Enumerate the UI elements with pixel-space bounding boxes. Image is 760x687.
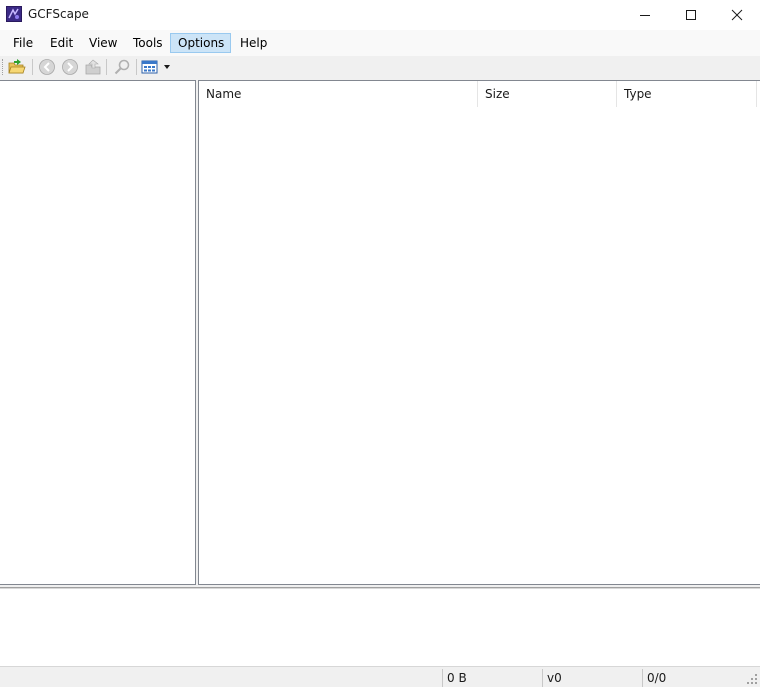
status-bar: 0 B v0 0/0 xyxy=(0,666,760,687)
resize-grip[interactable] xyxy=(746,673,758,685)
column-header-name[interactable]: Name xyxy=(199,81,478,107)
toolbar-separator xyxy=(136,59,137,75)
chevron-down-icon xyxy=(164,65,170,69)
open-folder-icon xyxy=(8,59,26,74)
menu-options[interactable]: Options xyxy=(170,33,231,53)
forward-icon xyxy=(62,59,78,75)
back-icon xyxy=(39,59,55,75)
list-header: Name Size Type xyxy=(199,81,760,107)
maximize-icon xyxy=(686,10,696,20)
toolbar-separator xyxy=(106,59,107,75)
back-button[interactable] xyxy=(37,57,57,77)
up-button[interactable] xyxy=(83,57,103,77)
minimize-icon xyxy=(640,15,650,16)
status-version: v0 xyxy=(542,669,642,687)
close-icon xyxy=(731,9,743,21)
column-header-size[interactable]: Size xyxy=(478,81,617,107)
menu-bar: File Edit View Tools Options Help xyxy=(0,30,760,56)
find-icon xyxy=(114,59,130,75)
toolbar-separator xyxy=(32,59,33,75)
menu-edit[interactable]: Edit xyxy=(42,33,81,53)
find-button[interactable] xyxy=(112,57,132,77)
menu-view[interactable]: View xyxy=(81,33,125,53)
column-header-type[interactable]: Type xyxy=(617,81,757,107)
maximize-button[interactable] xyxy=(668,0,714,30)
gcfscape-app-icon[interactable] xyxy=(6,6,22,22)
view-mode-icon xyxy=(141,60,158,74)
open-button[interactable] xyxy=(7,57,27,77)
toolbar xyxy=(0,56,760,78)
status-size: 0 B xyxy=(442,669,542,687)
menu-tools[interactable]: Tools xyxy=(125,33,171,53)
resize-grip-icon xyxy=(747,674,757,684)
status-count: 0/0 xyxy=(642,669,742,687)
menu-file[interactable]: File xyxy=(5,33,41,53)
up-icon xyxy=(85,59,101,75)
toolbar-grip[interactable] xyxy=(2,59,5,75)
menu-help[interactable]: Help xyxy=(232,33,275,53)
view-mode-button[interactable] xyxy=(141,57,171,77)
title-bar[interactable]: GCFScape xyxy=(0,0,760,30)
folder-tree[interactable] xyxy=(0,80,196,585)
file-list[interactable]: Name Size Type xyxy=(198,80,760,585)
close-button[interactable] xyxy=(714,0,760,30)
window-title: GCFScape xyxy=(28,7,89,21)
console-output[interactable] xyxy=(0,588,760,666)
forward-button[interactable] xyxy=(60,57,80,77)
minimize-button[interactable] xyxy=(622,0,668,30)
